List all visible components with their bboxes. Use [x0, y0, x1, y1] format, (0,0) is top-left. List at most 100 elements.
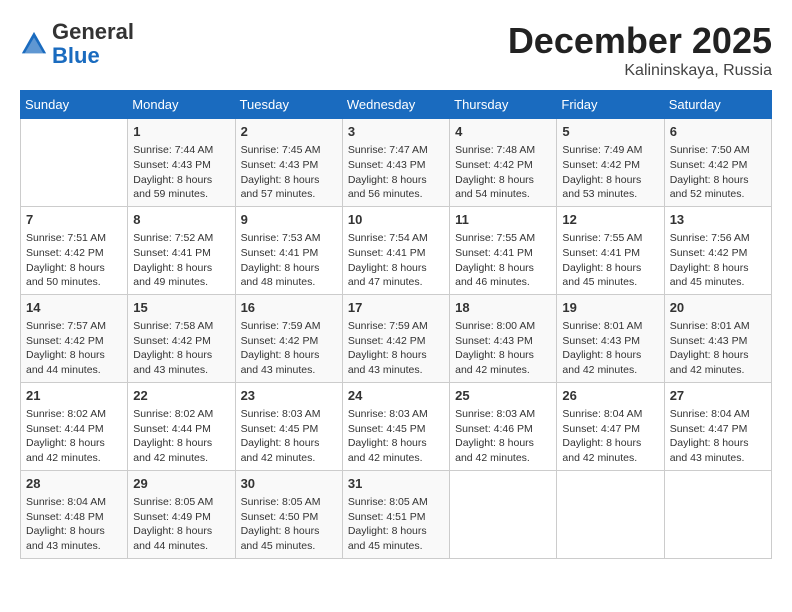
day-number: 17: [348, 299, 444, 317]
calendar-cell: 10 Sunrise: 7:54 AMSunset: 4:41 PMDayligh…: [342, 206, 449, 294]
cell-content: Sunrise: 7:55 AMSunset: 4:41 PMDaylight:…: [562, 231, 658, 290]
calendar-cell: 24 Sunrise: 8:03 AMSunset: 4:45 PMDayligh…: [342, 382, 449, 470]
cell-content: Sunrise: 8:05 AMSunset: 4:49 PMDaylight:…: [133, 495, 229, 554]
calendar-cell: 9 Sunrise: 7:53 AMSunset: 4:41 PMDaylight…: [235, 206, 342, 294]
calendar-cell: 2 Sunrise: 7:45 AMSunset: 4:43 PMDaylight…: [235, 119, 342, 207]
cell-content: Sunrise: 7:44 AMSunset: 4:43 PMDaylight:…: [133, 143, 229, 202]
day-number: 25: [455, 387, 551, 405]
calendar-cell: 1 Sunrise: 7:44 AMSunset: 4:43 PMDaylight…: [128, 119, 235, 207]
cell-content: Sunrise: 8:05 AMSunset: 4:50 PMDaylight:…: [241, 495, 337, 554]
cell-content: Sunrise: 8:01 AMSunset: 4:43 PMDaylight:…: [670, 319, 766, 378]
cell-content: Sunrise: 8:01 AMSunset: 4:43 PMDaylight:…: [562, 319, 658, 378]
day-number: 29: [133, 475, 229, 493]
header-cell-friday: Friday: [557, 91, 664, 119]
week-row-3: 21Sunrise: 8:02 AMSunset: 4:44 PMDayligh…: [21, 382, 772, 470]
cell-content: Sunrise: 8:04 AMSunset: 4:48 PMDaylight:…: [26, 495, 122, 554]
calendar-cell: 16Sunrise: 7:59 AMSunset: 4:42 PMDayligh…: [235, 294, 342, 382]
calendar-cell: 8Sunrise: 7:52 AMSunset: 4:41 PMDaylight…: [128, 206, 235, 294]
day-number: 31: [348, 475, 444, 493]
header-cell-monday: Monday: [128, 91, 235, 119]
cell-content: Sunrise: 7:49 AMSunset: 4:42 PMDaylight:…: [562, 143, 658, 202]
calendar-cell: 29 Sunrise: 8:05 AMSunset: 4:49 PMDayligh…: [128, 470, 235, 558]
calendar-cell: 14Sunrise: 7:57 AMSunset: 4:42 PMDayligh…: [21, 294, 128, 382]
cell-content: Sunrise: 8:02 AMSunset: 4:44 PMDaylight:…: [133, 407, 229, 466]
calendar-cell: 18Sunrise: 8:00 AMSunset: 4:43 PMDayligh…: [450, 294, 557, 382]
logo: General Blue: [20, 20, 134, 68]
calendar-cell: 3 Sunrise: 7:47 AMSunset: 4:43 PMDaylight…: [342, 119, 449, 207]
day-number: 19: [562, 299, 658, 317]
day-number: 18: [455, 299, 551, 317]
calendar-cell: [557, 470, 664, 558]
cell-content: Sunrise: 8:04 AMSunset: 4:47 PMDaylight:…: [562, 407, 658, 466]
calendar-cell: 11 Sunrise: 7:55 AMSunset: 4:41 PMDayligh…: [450, 206, 557, 294]
header-cell-thursday: Thursday: [450, 91, 557, 119]
header-cell-sunday: Sunday: [21, 91, 128, 119]
calendar-cell: 28 Sunrise: 8:04 AMSunset: 4:48 PMDayligh…: [21, 470, 128, 558]
calendar-cell: [664, 470, 771, 558]
day-number: 23: [241, 387, 337, 405]
day-number: 13: [670, 211, 766, 229]
day-number: 1: [133, 123, 229, 141]
calendar-cell: [450, 470, 557, 558]
cell-content: Sunrise: 7:55 AMSunset: 4:41 PMDaylight:…: [455, 231, 551, 290]
calendar-cell: 22 Sunrise: 8:02 AMSunset: 4:44 PMDayligh…: [128, 382, 235, 470]
cell-content: Sunrise: 7:48 AMSunset: 4:42 PMDaylight:…: [455, 143, 551, 202]
calendar-cell: 21Sunrise: 8:02 AMSunset: 4:44 PMDayligh…: [21, 382, 128, 470]
day-number: 5: [562, 123, 658, 141]
cell-content: Sunrise: 8:03 AMSunset: 4:45 PMDaylight:…: [241, 407, 337, 466]
calendar-cell: 13 Sunrise: 7:56 AMSunset: 4:42 PMDayligh…: [664, 206, 771, 294]
day-number: 28: [26, 475, 122, 493]
day-number: 2: [241, 123, 337, 141]
day-number: 10: [348, 211, 444, 229]
cell-content: Sunrise: 7:51 AMSunset: 4:42 PMDaylight:…: [26, 231, 122, 290]
cell-content: Sunrise: 8:03 AMSunset: 4:45 PMDaylight:…: [348, 407, 444, 466]
logo-general-text: General: [52, 19, 134, 44]
day-number: 20: [670, 299, 766, 317]
day-number: 11: [455, 211, 551, 229]
day-number: 6: [670, 123, 766, 141]
calendar-cell: 7 Sunrise: 7:51 AMSunset: 4:42 PMDaylight…: [21, 206, 128, 294]
calendar-cell: 17Sunrise: 7:59 AMSunset: 4:42 PMDayligh…: [342, 294, 449, 382]
cell-content: Sunrise: 7:47 AMSunset: 4:43 PMDaylight:…: [348, 143, 444, 202]
logo-blue-text: Blue: [52, 43, 100, 68]
calendar-table: SundayMondayTuesdayWednesdayThursdayFrid…: [20, 90, 772, 559]
cell-content: Sunrise: 8:03 AMSunset: 4:46 PMDaylight:…: [455, 407, 551, 466]
week-row-0: 1 Sunrise: 7:44 AMSunset: 4:43 PMDaylight…: [21, 119, 772, 207]
calendar-body: 1 Sunrise: 7:44 AMSunset: 4:43 PMDaylight…: [21, 119, 772, 559]
cell-content: Sunrise: 7:53 AMSunset: 4:41 PMDaylight:…: [241, 231, 337, 290]
calendar-cell: 15Sunrise: 7:58 AMSunset: 4:42 PMDayligh…: [128, 294, 235, 382]
day-number: 8: [133, 211, 229, 229]
header-cell-wednesday: Wednesday: [342, 91, 449, 119]
week-row-2: 14Sunrise: 7:57 AMSunset: 4:42 PMDayligh…: [21, 294, 772, 382]
cell-content: Sunrise: 8:02 AMSunset: 4:44 PMDaylight:…: [26, 407, 122, 466]
cell-content: Sunrise: 7:54 AMSunset: 4:41 PMDaylight:…: [348, 231, 444, 290]
week-row-1: 7 Sunrise: 7:51 AMSunset: 4:42 PMDaylight…: [21, 206, 772, 294]
cell-content: Sunrise: 7:50 AMSunset: 4:42 PMDaylight:…: [670, 143, 766, 202]
calendar-cell: 31 Sunrise: 8:05 AMSunset: 4:51 PMDayligh…: [342, 470, 449, 558]
day-number: 22: [133, 387, 229, 405]
calendar-cell: 4Sunrise: 7:48 AMSunset: 4:42 PMDaylight…: [450, 119, 557, 207]
location-subtitle: Kalininskaya, Russia: [508, 62, 772, 80]
header-cell-saturday: Saturday: [664, 91, 771, 119]
day-number: 27: [670, 387, 766, 405]
day-number: 14: [26, 299, 122, 317]
cell-content: Sunrise: 8:05 AMSunset: 4:51 PMDaylight:…: [348, 495, 444, 554]
calendar-header: SundayMondayTuesdayWednesdayThursdayFrid…: [21, 91, 772, 119]
week-row-4: 28 Sunrise: 8:04 AMSunset: 4:48 PMDayligh…: [21, 470, 772, 558]
header-cell-tuesday: Tuesday: [235, 91, 342, 119]
calendar-cell: 5 Sunrise: 7:49 AMSunset: 4:42 PMDaylight…: [557, 119, 664, 207]
cell-content: Sunrise: 7:56 AMSunset: 4:42 PMDaylight:…: [670, 231, 766, 290]
cell-content: Sunrise: 7:45 AMSunset: 4:43 PMDaylight:…: [241, 143, 337, 202]
day-number: 7: [26, 211, 122, 229]
calendar-cell: 23 Sunrise: 8:03 AMSunset: 4:45 PMDayligh…: [235, 382, 342, 470]
cell-content: Sunrise: 8:04 AMSunset: 4:47 PMDaylight:…: [670, 407, 766, 466]
day-number: 3: [348, 123, 444, 141]
calendar-cell: 12Sunrise: 7:55 AMSunset: 4:41 PMDayligh…: [557, 206, 664, 294]
day-number: 24: [348, 387, 444, 405]
day-number: 9: [241, 211, 337, 229]
page-header: General Blue December 2025 Kalininskaya,…: [20, 20, 772, 80]
calendar-cell: 20 Sunrise: 8:01 AMSunset: 4:43 PMDayligh…: [664, 294, 771, 382]
month-title: December 2025: [508, 20, 772, 62]
day-number: 30: [241, 475, 337, 493]
calendar-cell: 6 Sunrise: 7:50 AMSunset: 4:42 PMDaylight…: [664, 119, 771, 207]
